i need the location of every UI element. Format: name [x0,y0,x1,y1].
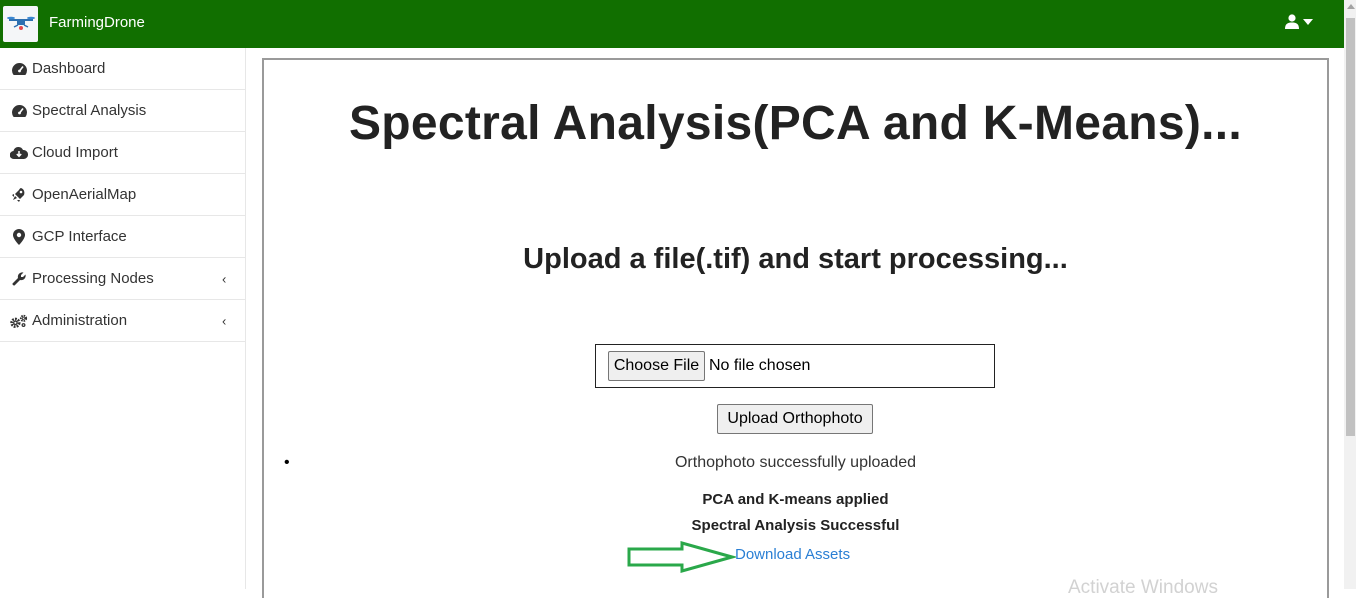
sidebar-item-dashboard[interactable]: Dashboard [0,48,245,90]
sidebar-item-label: OpenAerialMap [32,186,137,203]
chevron-left-icon: ‹ [222,313,227,328]
scrollbar-thumb[interactable] [1346,18,1355,436]
windows-activation-watermark: Activate Windows [1068,577,1218,598]
sidebar-item-label: Dashboard [32,60,106,77]
sidebar-item-label: GCP Interface [32,228,127,245]
upload-orthophoto-button[interactable]: Upload Orthophoto [717,404,873,434]
gears-icon [10,313,28,329]
drone-icon [6,16,35,30]
file-status-text: No file chosen [709,357,811,374]
scroll-up-arrow[interactable] [1347,4,1355,9]
sidebar: Dashboard Spectral Analysis Cloud Import… [0,48,246,589]
spectral-status-message: Spectral Analysis Successful [691,517,900,534]
sidebar-item-gcp-interface[interactable]: GCP Interface [0,216,245,258]
choose-file-button[interactable]: Choose File [608,351,705,381]
brand-name[interactable]: FarmingDrone [49,14,145,31]
sidebar-item-cloud-import[interactable]: Cloud Import [0,132,245,174]
sidebar-item-label: Spectral Analysis [32,102,147,119]
page-title: Spectral Analysis(PCA and K-Means)... [348,97,1243,150]
upload-success-message: Orthophoto successfully uploaded [674,454,917,471]
top-navbar: FarmingDrone [0,0,1344,48]
sidebar-item-label: Processing Nodes [32,270,154,287]
sidebar-item-label: Cloud Import [32,144,118,161]
user-icon [1285,14,1299,29]
caret-down-icon [1303,18,1313,25]
cloud-download-icon [10,145,28,161]
tachometer-icon [10,103,28,119]
upload-subtitle: Upload a file(.tif) and start processing… [523,243,1068,275]
arrow-annotation-icon [627,541,736,573]
sidebar-item-label: Administration [32,312,128,329]
sidebar-item-processing-nodes[interactable]: Processing Nodes ‹ [0,258,245,300]
map-marker-icon [10,228,28,245]
brand-logo[interactable] [3,6,38,42]
pca-status-message: PCA and K-means applied [702,491,889,508]
rocket-icon [10,187,28,203]
sidebar-item-openaerialmap[interactable]: OpenAerialMap [0,174,245,216]
chevron-left-icon: ‹ [222,271,227,286]
user-menu[interactable] [1285,14,1313,29]
sidebar-item-administration[interactable]: Administration ‹ [0,300,245,342]
sidebar-item-spectral-analysis[interactable]: Spectral Analysis [0,90,245,132]
tachometer-icon [10,61,28,77]
download-assets-link[interactable]: Download Assets [735,546,850,563]
wrench-icon [10,271,28,287]
